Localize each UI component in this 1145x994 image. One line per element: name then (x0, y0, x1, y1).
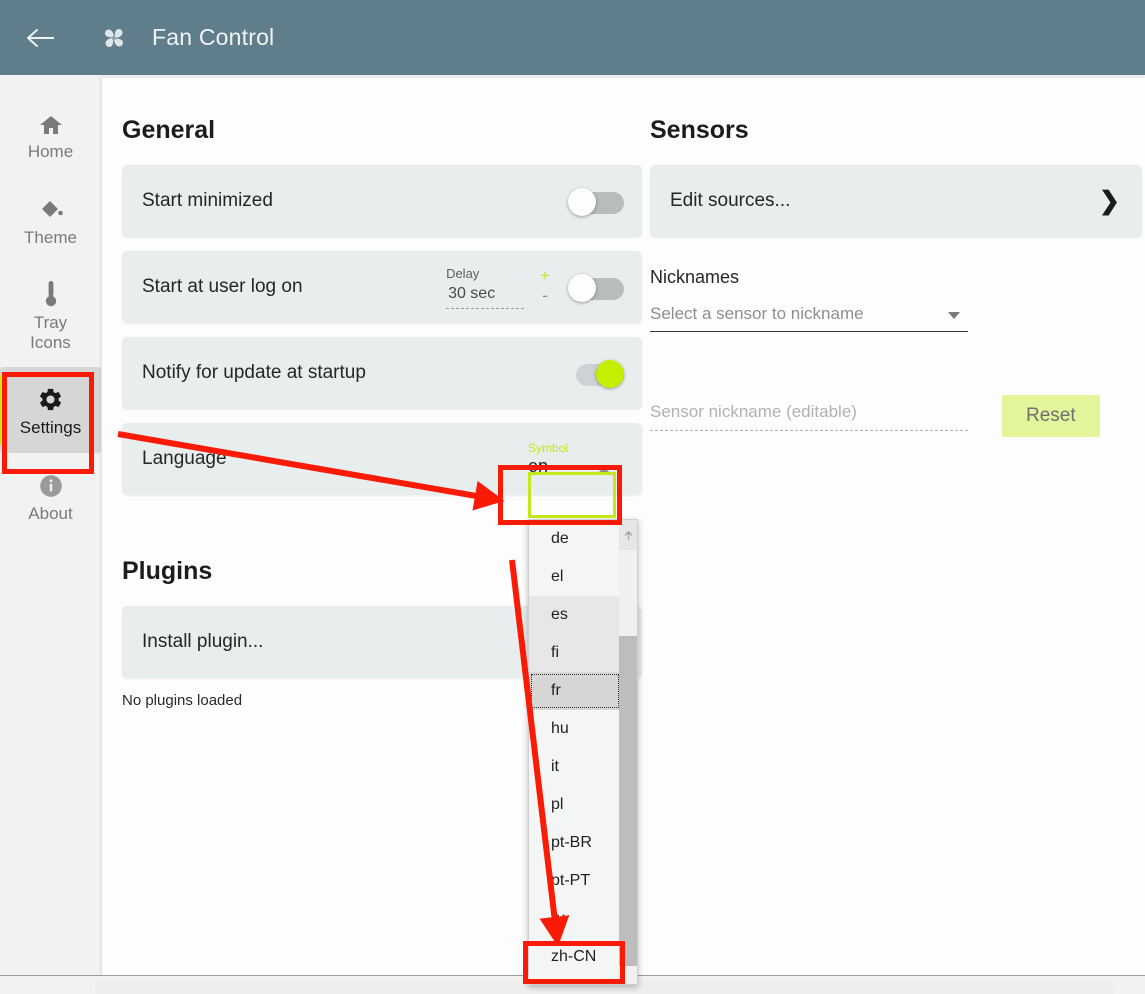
nickname-row: Sensor nickname (editable) Reset (650, 395, 1142, 437)
sidebar-item-tray-icons-label-line2: Icons (30, 332, 71, 352)
delay-plus-minus: + - (540, 267, 550, 307)
dropdown-scrollbar[interactable] (619, 520, 637, 984)
gear-icon (37, 383, 64, 413)
notify-update-toggle[interactable] (568, 360, 624, 388)
dropdown-item-zh-cn[interactable]: zh-CN (529, 938, 621, 976)
sidebar-item-tray-icons[interactable]: Tray Icons (0, 263, 101, 367)
title-bar: Fan Control (0, 0, 1145, 75)
delay-label: Delay (446, 266, 480, 281)
delay-value[interactable]: 30 sec (446, 283, 525, 309)
toggle-knob (568, 188, 596, 216)
language-combo-box[interactable]: Symbol en (524, 433, 624, 485)
sensor-select-placeholder: Select a sensor to nickname (650, 304, 864, 323)
sensor-select[interactable]: Select a sensor to nickname (650, 304, 968, 332)
paint-bucket-icon (38, 193, 64, 223)
caret-up-icon (598, 467, 610, 473)
dropdown-item-de[interactable]: de (529, 520, 621, 558)
toggle-knob (568, 274, 596, 302)
start-minimized-label: Start minimized (142, 190, 273, 211)
dropdown-item-fr[interactable]: fr (529, 672, 621, 710)
reset-button[interactable]: Reset (1002, 395, 1100, 437)
edit-sources-row[interactable]: Edit sources... ❯ (650, 165, 1142, 237)
language-label: Language (142, 448, 227, 469)
sidebar: Home Theme Tray Icons Settings About (0, 75, 101, 975)
start-at-logon-row[interactable]: Start at user log on Delay 30 sec + - (122, 251, 642, 323)
app-window: Fan Control Home Theme Tray Icons Settin… (0, 0, 1145, 994)
sidebar-item-about[interactable]: About (0, 453, 101, 539)
notify-update-row[interactable]: Notify for update at startup (122, 337, 642, 409)
sidebar-item-about-label: About (28, 503, 73, 523)
sidebar-item-theme-label: Theme (24, 227, 77, 247)
dropdown-item-el[interactable]: el (529, 558, 621, 596)
start-at-logon-toggle[interactable] (568, 274, 624, 302)
delay-stepper[interactable]: Delay 30 sec + - (446, 265, 550, 309)
language-dropdown-popup[interactable]: de el es fi fr hu it pl pt-BR pt-PT ru z… (528, 519, 638, 985)
toggle-knob (596, 360, 624, 388)
sensors-section-title: Sensors (650, 116, 749, 144)
dropdown-item-pt-pt[interactable]: pt-PT (529, 862, 621, 900)
nicknames-label: Nicknames (650, 267, 740, 287)
language-combo-symbol-label: Symbol (528, 441, 569, 455)
sidebar-item-tray-icons-label-line1: Tray (33, 312, 68, 332)
dropdown-item-pt-br[interactable]: pt-BR (529, 824, 621, 862)
dropdown-item-es[interactable]: es (529, 596, 621, 634)
dropdown-item-ru[interactable]: ru (529, 900, 621, 938)
sidebar-item-home[interactable]: Home (0, 91, 101, 177)
delay-decrement-button[interactable]: - (542, 285, 548, 307)
dropdown-item-fi[interactable]: fi (529, 634, 621, 672)
sidebar-item-settings-label: Settings (19, 417, 82, 437)
edit-sources-label: Edit sources... (670, 190, 791, 211)
language-dropdown-list: de el es fi fr hu it pl pt-BR pt-PT ru z… (529, 520, 621, 976)
delay-values: Delay 30 sec (446, 265, 525, 309)
fan-icon (98, 22, 130, 54)
language-row[interactable]: Language Symbol en (122, 423, 642, 495)
dropdown-item-hu[interactable]: hu (529, 710, 621, 748)
home-icon (38, 107, 64, 137)
sensor-nickname-input[interactable]: Sensor nickname (editable) (650, 402, 968, 431)
start-minimized-row[interactable]: Start minimized (122, 165, 642, 237)
sidebar-item-settings[interactable]: Settings (0, 367, 101, 453)
caret-down-icon (948, 312, 960, 319)
dropdown-item-it[interactable]: it (529, 748, 621, 786)
general-section-title: General (122, 116, 216, 144)
chevron-right-icon: ❯ (1099, 186, 1120, 215)
info-icon (38, 469, 64, 499)
delay-increment-button[interactable]: + (540, 267, 550, 285)
notify-update-label: Notify for update at startup (142, 362, 366, 383)
language-combo-value: en (528, 456, 549, 476)
scroll-up-arrow-icon[interactable] (619, 520, 637, 550)
thermometer-icon (44, 278, 58, 308)
sidebar-item-theme[interactable]: Theme (0, 177, 101, 263)
app-title: Fan Control (152, 24, 275, 50)
dropdown-item-pl[interactable]: pl (529, 786, 621, 824)
right-column: Sensors Edit sources... ❯ Nicknames Sele… (642, 78, 1142, 437)
dropdown-scrollbar-thumb[interactable] (619, 636, 637, 966)
sidebar-item-home-label: Home (27, 141, 74, 161)
start-minimized-toggle[interactable] (568, 188, 624, 216)
start-at-logon-label: Start at user log on (142, 276, 303, 297)
back-arrow-icon[interactable] (24, 21, 58, 55)
